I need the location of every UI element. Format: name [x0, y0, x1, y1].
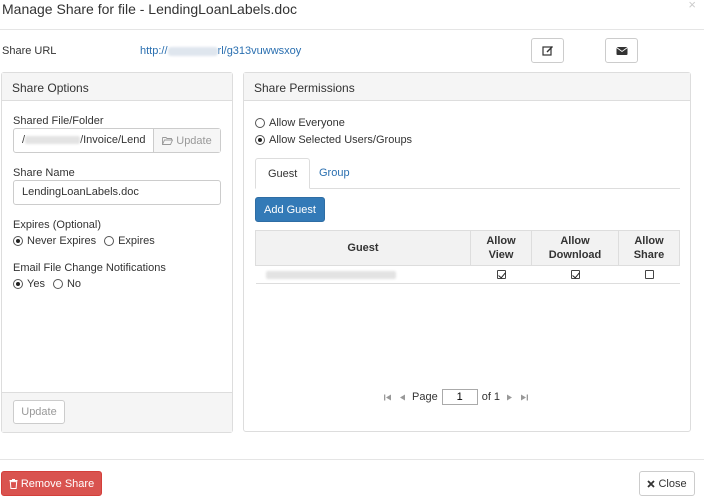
expires-label: Expires (Optional) [13, 219, 102, 231]
share-permissions-heading: Share Permissions [244, 73, 690, 101]
trash-icon [9, 478, 18, 489]
cell-allow-view [470, 265, 532, 284]
close-button[interactable]: Close [639, 471, 695, 496]
pager: Page of 1 [382, 389, 530, 405]
radio-dot [255, 118, 265, 128]
share-options-footer: Update [2, 392, 232, 432]
guest-email [255, 265, 471, 284]
share-name-input[interactable]: LendingLoanLabels.doc [13, 180, 221, 205]
redacted-email [265, 270, 396, 279]
shared-file-input-group: //Invoice/Lend Update [13, 128, 221, 153]
redacted-path [25, 136, 81, 145]
radio-dot [13, 236, 23, 246]
checkbox-allow-view[interactable] [496, 270, 506, 280]
last-page-icon[interactable] [519, 392, 530, 403]
cell-allow-download [531, 265, 619, 284]
checkbox-allow-download[interactable] [570, 270, 580, 280]
redacted-host [167, 46, 218, 56]
tab-group[interactable]: Group [307, 158, 362, 189]
share-url-link[interactable]: http://rl/g313vuwwsxoy [140, 45, 301, 57]
radio-notify-yes[interactable]: Yes [13, 278, 45, 290]
modal-header: Manage Share for file - LendingLoanLabel… [0, 0, 704, 30]
tab-guest[interactable]: Guest [255, 158, 311, 189]
notify-label: Email File Change Notifications [13, 262, 166, 274]
page-count-label: of 1 [481, 391, 501, 403]
shared-file-label: Shared File/Folder [13, 115, 104, 127]
radio-never-expires[interactable]: Never Expires [13, 235, 96, 247]
cell-allow-share [618, 265, 680, 284]
update-button[interactable]: Update [13, 400, 65, 424]
edit-link-button[interactable] [531, 38, 564, 63]
radio-dot [104, 236, 115, 246]
email-link-button[interactable] [605, 38, 638, 63]
next-page-icon[interactable] [504, 392, 515, 403]
close-icon[interactable]: × [688, 0, 696, 12]
col-allow-download[interactable]: Allow Download [531, 230, 619, 266]
folder-open-icon [162, 136, 174, 145]
prev-page-icon[interactable] [397, 392, 408, 403]
first-page-icon[interactable] [382, 392, 393, 403]
radio-dot [13, 279, 23, 289]
share-options-panel: Share Options Shared File/Folder //Invoi… [1, 72, 233, 433]
remove-share-button[interactable]: Remove Share [1, 471, 102, 496]
share-permissions-panel: Share Permissions Allow Everyone Allow S… [243, 72, 691, 432]
share-options-heading: Share Options [2, 73, 232, 101]
x-icon [647, 479, 656, 488]
notify-radio-group: Yes No [13, 278, 89, 290]
page-label: Page [412, 391, 438, 403]
modal-footer-divider [0, 459, 704, 460]
table-row[interactable] [255, 265, 680, 284]
guest-table: Guest Allow View Allow Download Allow Sh… [255, 230, 680, 284]
add-guest-button[interactable]: Add Guest [255, 197, 325, 222]
edit-icon [541, 45, 553, 56]
col-guest[interactable]: Guest [255, 230, 471, 266]
permission-radio-selected[interactable]: Allow Selected Users/Groups [255, 134, 412, 146]
radio-expires[interactable]: Expires [104, 235, 155, 247]
shared-file-path[interactable]: //Invoice/Lend [14, 129, 153, 152]
share-name-label: Share Name [13, 167, 75, 179]
radio-notify-no[interactable]: No [52, 278, 81, 290]
permission-tabs: Guest Group [255, 158, 680, 189]
permission-radio-everyone[interactable]: Allow Everyone [255, 117, 345, 129]
page-number-input[interactable] [441, 389, 478, 405]
update-path-button[interactable]: Update [153, 129, 220, 152]
col-allow-share[interactable]: Allow Share [618, 230, 680, 266]
share-url-label: Share URL [2, 45, 57, 57]
envelope-icon [615, 46, 628, 55]
expires-radio-group: Never Expires Expires [13, 235, 163, 247]
modal-title: Manage Share for file - LendingLoanLabel… [2, 1, 297, 17]
radio-dot [52, 279, 63, 289]
col-allow-view[interactable]: Allow View [470, 230, 532, 266]
radio-dot [255, 135, 265, 145]
checkbox-allow-share[interactable] [644, 270, 654, 280]
